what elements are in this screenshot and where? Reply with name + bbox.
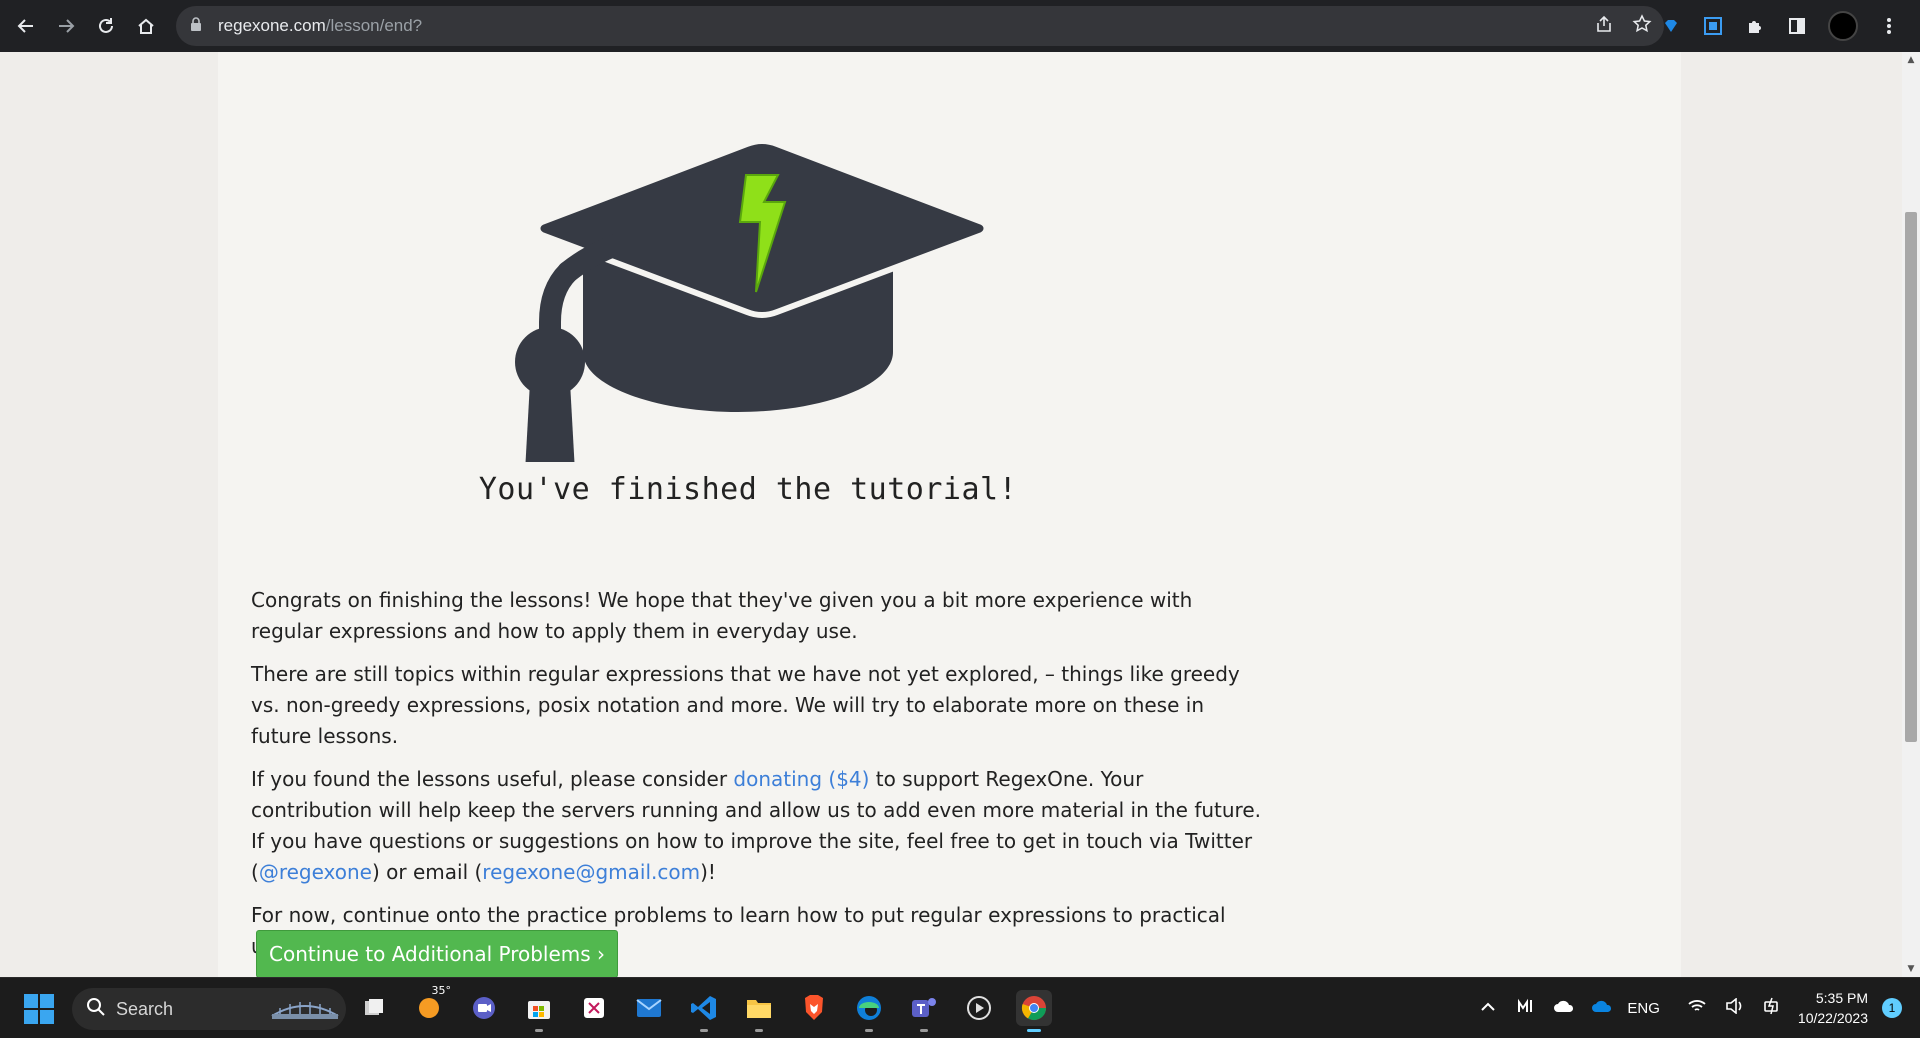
taskbar-clock[interactable]: 5:35 PM 10/22/2023 bbox=[1798, 988, 1868, 1028]
running-indicator bbox=[920, 1029, 928, 1032]
mail-icon[interactable] bbox=[631, 990, 667, 1026]
scroll-thumb[interactable] bbox=[1905, 212, 1917, 742]
support-text-4: )! bbox=[700, 860, 716, 884]
support-text-1: If you found the lessons useful, please … bbox=[251, 767, 734, 791]
side-panel-icon[interactable] bbox=[1786, 15, 1808, 37]
running-indicator bbox=[700, 1029, 708, 1032]
browser-toolbar: regexone.com/lesson/end? bbox=[0, 0, 1920, 52]
continue-button[interactable]: Continue to Additional Problems › bbox=[256, 930, 619, 978]
microsoft-store-icon[interactable] bbox=[521, 990, 557, 1032]
scroll-down-arrow-icon[interactable]: ▼ bbox=[1902, 961, 1920, 977]
teams-icon[interactable] bbox=[906, 990, 942, 1032]
screenshot-extension-icon[interactable] bbox=[1702, 15, 1724, 37]
edge-browser-icon[interactable] bbox=[851, 990, 887, 1032]
volume-icon[interactable] bbox=[1722, 996, 1748, 1019]
back-arrow-icon[interactable] bbox=[6, 6, 46, 46]
page-scrollbar[interactable]: ▲ ▼ bbox=[1902, 52, 1920, 977]
bridge-image-icon bbox=[270, 994, 340, 1024]
brave-browser-icon[interactable] bbox=[796, 990, 832, 1026]
twitter-link[interactable]: @regexone bbox=[259, 860, 372, 884]
clock-date: 10/22/2023 bbox=[1797, 1010, 1868, 1026]
diamond-extension-icon[interactable] bbox=[1660, 15, 1682, 37]
graduation-cap-icon bbox=[488, 82, 1048, 500]
url-path: /lesson/end? bbox=[325, 16, 423, 35]
forward-arrow-icon[interactable] bbox=[46, 6, 86, 46]
media-player-icon[interactable] bbox=[961, 990, 997, 1026]
chat-icon[interactable] bbox=[466, 990, 502, 1026]
donate-link[interactable]: donating ($4) bbox=[733, 767, 869, 791]
weather-widget-icon[interactable]: 35° bbox=[411, 984, 453, 1026]
bookmark-star-icon[interactable] bbox=[1632, 13, 1652, 39]
share-icon[interactable] bbox=[1594, 14, 1614, 39]
chrome-browser-icon[interactable] bbox=[1016, 990, 1052, 1032]
lock-icon[interactable] bbox=[190, 17, 208, 35]
task-view-icon[interactable] bbox=[356, 990, 392, 1026]
lesson-content: You've finished the tutorial! Congrats o… bbox=[218, 52, 1681, 978]
search-icon bbox=[86, 997, 106, 1022]
email-link[interactable]: regexone@gmail.com bbox=[482, 860, 700, 884]
paragraph-topics: There are still topics within regular ex… bbox=[251, 662, 1240, 748]
windows-taskbar: Search 35° ENG 5:35 PM 10/22/2023 1 bbox=[0, 977, 1920, 1038]
running-indicator bbox=[1027, 1029, 1041, 1032]
vscode-icon[interactable] bbox=[686, 990, 722, 1032]
support-text-3: ) or email ( bbox=[372, 860, 483, 884]
home-icon[interactable] bbox=[126, 6, 166, 46]
url-host: regexone.com bbox=[218, 16, 326, 35]
weather-temperature: 35° bbox=[429, 984, 453, 997]
onedrive-icon[interactable] bbox=[1589, 999, 1615, 1018]
chevron-up-icon[interactable] bbox=[1475, 999, 1501, 1017]
address-bar[interactable]: regexone.com/lesson/end? bbox=[176, 6, 1664, 46]
app-tray-icon[interactable] bbox=[1513, 998, 1539, 1019]
search-label: Search bbox=[116, 998, 174, 1019]
url-text[interactable]: regexone.com/lesson/end? bbox=[218, 16, 422, 36]
system-tray: ENG 5:35 PM 10/22/2023 1 bbox=[1475, 978, 1920, 1038]
wifi-icon[interactable] bbox=[1684, 998, 1710, 1019]
running-indicator bbox=[865, 1029, 873, 1032]
cloud-icon[interactable] bbox=[1551, 999, 1577, 1018]
reload-icon[interactable] bbox=[86, 6, 126, 46]
snipping-tool-icon[interactable] bbox=[576, 990, 612, 1026]
page-title: You've finished the tutorial! bbox=[478, 472, 1018, 507]
scroll-up-arrow-icon[interactable]: ▲ bbox=[1902, 52, 1920, 68]
file-explorer-icon[interactable] bbox=[741, 990, 777, 1032]
paragraph-congrats: Congrats on finishing the lessons! We ho… bbox=[251, 588, 1193, 643]
windows-start-icon[interactable] bbox=[24, 994, 54, 1024]
profile-avatar[interactable] bbox=[1828, 11, 1858, 41]
running-indicator bbox=[755, 1029, 763, 1032]
battery-icon[interactable] bbox=[1760, 997, 1786, 1020]
clock-time: 5:35 PM bbox=[1815, 990, 1868, 1006]
running-indicator bbox=[535, 1029, 543, 1032]
puzzle-extensions-icon[interactable] bbox=[1744, 15, 1766, 37]
paragraph-support: If you found the lessons useful, please … bbox=[251, 764, 1261, 888]
lesson-text: Congrats on finishing the lessons! We ho… bbox=[251, 585, 1261, 974]
taskbar-search[interactable]: Search bbox=[72, 988, 346, 1030]
notification-badge[interactable]: 1 bbox=[1882, 998, 1902, 1018]
language-indicator[interactable]: ENG bbox=[1627, 1000, 1660, 1017]
more-menu-icon[interactable] bbox=[1878, 15, 1900, 37]
